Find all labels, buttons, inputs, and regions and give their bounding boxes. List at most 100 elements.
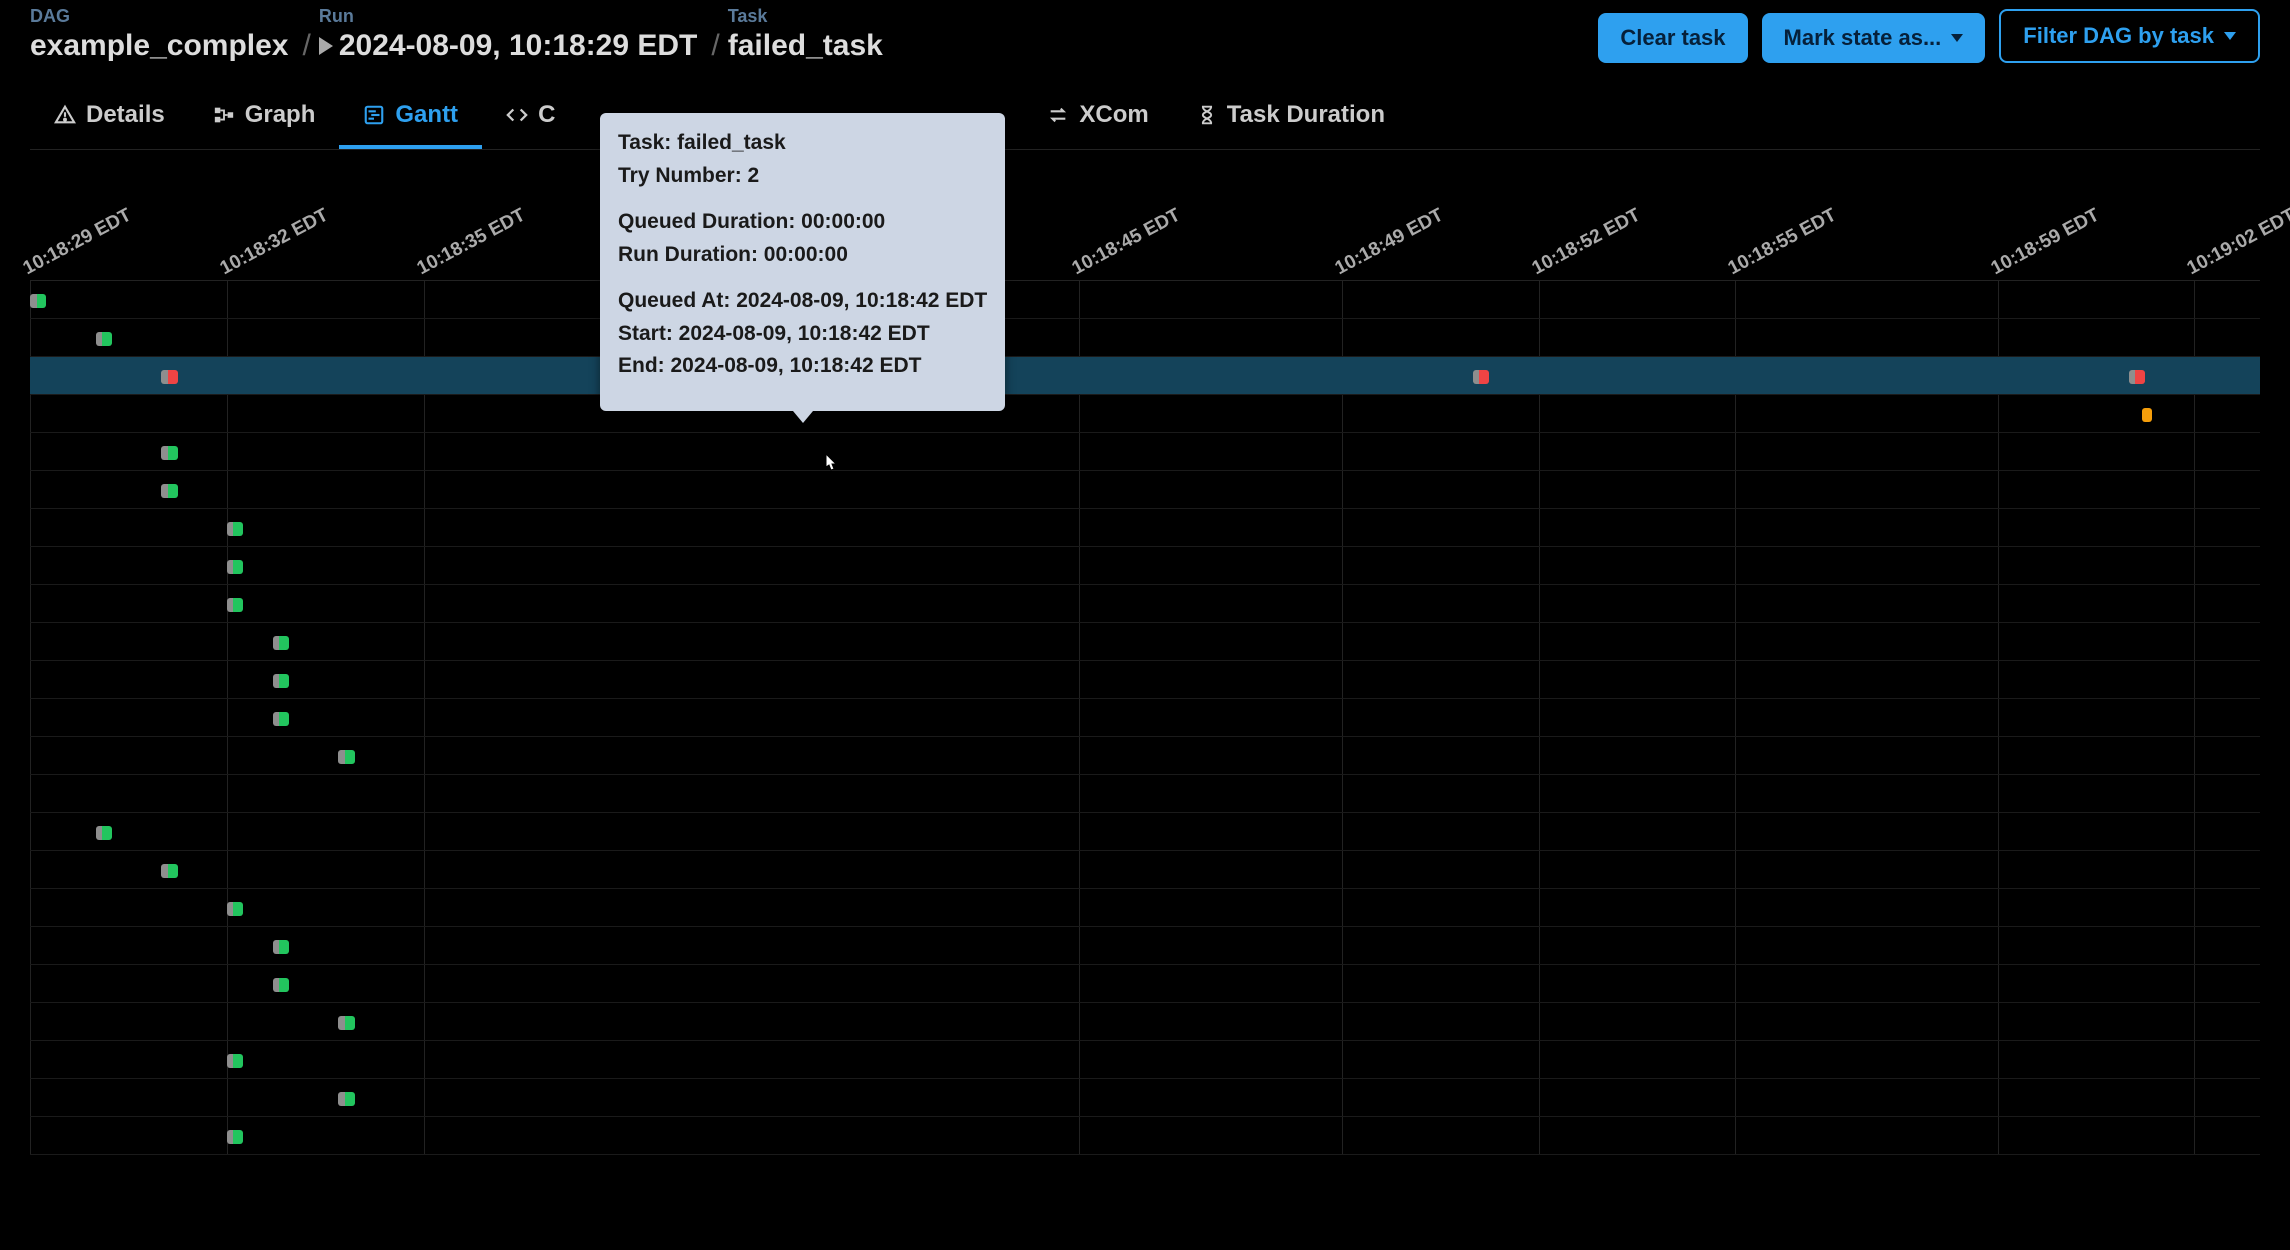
tab-gantt[interactable]: Gantt — [339, 91, 482, 149]
gantt-row[interactable] — [30, 813, 2260, 851]
gantt-bar[interactable] — [227, 902, 243, 916]
gantt-row[interactable] — [30, 699, 2260, 737]
gantt-bar[interactable] — [227, 1130, 243, 1144]
tooltip-run-duration: Run Duration: 00:00:00 — [618, 239, 987, 272]
breadcrumb-task-value[interactable]: failed_task — [728, 29, 883, 63]
gantt-tooltip: Task: failed_task Try Number: 2 Queued D… — [600, 113, 1005, 411]
gantt-row[interactable] — [30, 319, 2260, 357]
gantt-bar-run — [102, 826, 112, 840]
gantt-bar-run — [279, 940, 289, 954]
tooltip-queued-at: Queued At: 2024-08-09, 10:18:42 EDT — [618, 285, 987, 318]
gantt-row[interactable] — [30, 775, 2260, 813]
gantt-row[interactable] — [30, 965, 2260, 1003]
chevron-down-icon — [2224, 32, 2236, 40]
gantt-row[interactable] — [30, 623, 2260, 661]
gantt-bar[interactable] — [273, 674, 289, 688]
gantt-row[interactable] — [30, 737, 2260, 775]
filter-dag-label: Filter DAG by task — [2023, 23, 2214, 49]
code-icon — [506, 104, 528, 126]
tab-xcom-label: XCom — [1079, 101, 1148, 129]
gantt-bar-run — [233, 902, 243, 916]
hourglass-icon — [1197, 104, 1217, 126]
tooltip-queued-duration: Queued Duration: 00:00:00 — [618, 206, 987, 239]
gantt-bar[interactable] — [2129, 370, 2145, 384]
gantt-icon — [363, 104, 385, 126]
tab-details[interactable]: Details — [30, 91, 189, 149]
gantt-row[interactable] — [30, 395, 2260, 433]
time-tick: 10:18:32 EDT — [216, 205, 332, 280]
gantt-row[interactable] — [30, 927, 2260, 965]
filter-dag-button[interactable]: Filter DAG by task — [1999, 9, 2260, 63]
gantt-row[interactable] — [30, 851, 2260, 889]
time-tick: 10:18:52 EDT — [1528, 205, 1644, 280]
tab-graph[interactable]: Graph — [189, 91, 340, 149]
gantt-bar[interactable] — [227, 598, 243, 612]
gantt-bar-run — [233, 1130, 243, 1144]
gantt-bar[interactable] — [338, 750, 354, 764]
gantt-bar-run — [168, 484, 178, 498]
gantt-bar[interactable] — [161, 484, 177, 498]
gantt-row[interactable] — [30, 661, 2260, 699]
gantt-bar[interactable] — [273, 712, 289, 726]
header-row: DAG example_complex / Run 2024-08-09, 10… — [30, 0, 2260, 73]
clear-task-button[interactable]: Clear task — [1598, 13, 1747, 63]
tab-task-duration[interactable]: Task Duration — [1173, 91, 1409, 149]
gantt-row[interactable] — [30, 1117, 2260, 1155]
gantt-grid — [30, 280, 2260, 1155]
breadcrumb-run-label: Run — [319, 6, 698, 27]
gantt-bar[interactable] — [161, 370, 177, 384]
gantt-row[interactable] — [30, 889, 2260, 927]
breadcrumb-dag-value[interactable]: example_complex — [30, 29, 288, 63]
gantt-row[interactable] — [30, 509, 2260, 547]
tab-xcom[interactable]: XCom — [1023, 91, 1172, 149]
tooltip-try: Try Number: 2 — [618, 160, 987, 193]
chevron-down-icon — [1951, 34, 1963, 42]
tab-code[interactable]: C — [482, 91, 563, 149]
tooltip-arrow-icon — [793, 411, 813, 423]
tab-code-label: C — [538, 101, 555, 129]
breadcrumb-run-value[interactable]: 2024-08-09, 10:18:29 EDT — [319, 29, 698, 63]
gantt-bar[interactable] — [96, 826, 112, 840]
gantt-bar-run — [168, 446, 178, 460]
gantt-row[interactable] — [30, 433, 2260, 471]
gantt-bar[interactable] — [2142, 408, 2152, 422]
gantt-row[interactable] — [30, 585, 2260, 623]
gantt-bar[interactable] — [227, 522, 243, 536]
gantt-bar[interactable] — [338, 1092, 354, 1106]
gantt-row[interactable] — [30, 1079, 2260, 1117]
gantt-bar-run — [279, 636, 289, 650]
gantt-row[interactable] — [30, 471, 2260, 509]
breadcrumb-run: Run 2024-08-09, 10:18:29 EDT — [319, 6, 698, 63]
gantt-bar[interactable] — [161, 446, 177, 460]
gantt-bar[interactable] — [1473, 370, 1489, 384]
breadcrumb-dag-label: DAG — [30, 6, 288, 27]
gantt-bar[interactable] — [273, 636, 289, 650]
tab-graph-label: Graph — [245, 101, 316, 129]
time-tick: 10:18:49 EDT — [1331, 205, 1447, 280]
gantt-row[interactable] — [30, 281, 2260, 319]
mark-state-button[interactable]: Mark state as... — [1762, 13, 1986, 63]
gantt-bar[interactable] — [96, 332, 112, 346]
gantt-bar[interactable] — [273, 940, 289, 954]
gantt-bar-run — [233, 560, 243, 574]
gantt-row[interactable] — [30, 547, 2260, 585]
gantt-row[interactable] — [30, 1003, 2260, 1041]
tab-details-label: Details — [86, 101, 165, 129]
gantt-bar-run — [233, 598, 243, 612]
gantt-bar[interactable] — [30, 294, 46, 308]
gantt-bar[interactable] — [273, 978, 289, 992]
gantt-row[interactable] — [30, 1041, 2260, 1079]
tooltip-end: End: 2024-08-09, 10:18:42 EDT — [618, 350, 987, 383]
gantt-bar[interactable] — [227, 560, 243, 574]
breadcrumb-separator: / — [711, 29, 719, 63]
clear-task-label: Clear task — [1620, 25, 1725, 51]
gantt-bar[interactable] — [227, 1054, 243, 1068]
gantt-bar[interactable] — [161, 864, 177, 878]
gantt-bar-run — [102, 332, 112, 346]
tab-gantt-label: Gantt — [395, 101, 458, 129]
breadcrumb-run-text: 2024-08-09, 10:18:29 EDT — [339, 29, 698, 63]
gantt-row[interactable] — [30, 357, 2260, 395]
gantt-bar[interactable] — [338, 1016, 354, 1030]
mark-state-label: Mark state as... — [1784, 25, 1942, 51]
time-tick: 10:18:55 EDT — [1725, 205, 1841, 280]
